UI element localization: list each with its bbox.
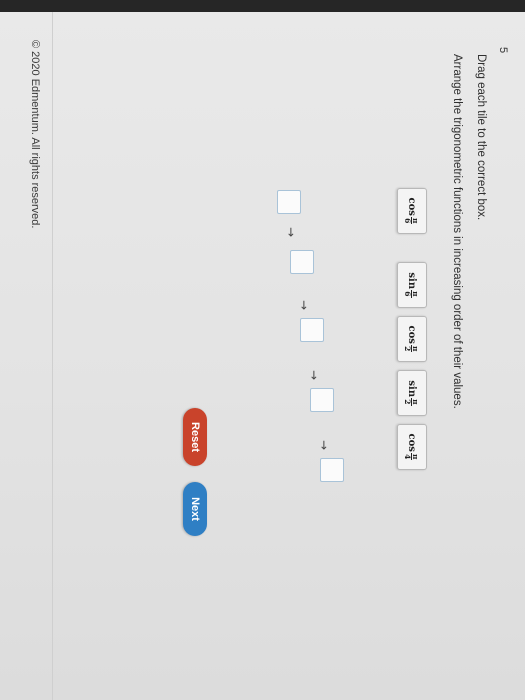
tile-function: cos — [406, 197, 418, 216]
screen: 5 Drag each tile to the correct box. Arr… — [0, 12, 525, 700]
tile-function: cos — [406, 433, 418, 452]
tile-numerator: π — [411, 398, 421, 406]
tile-fraction: π 4 — [403, 452, 421, 461]
instruction-primary: Drag each tile to the correct box. — [475, 54, 487, 221]
tile-denominator: 2 — [403, 346, 413, 352]
tile-denominator: 6 — [403, 291, 413, 297]
reset-button[interactable]: Reset — [183, 408, 207, 466]
tile-fraction: π 6 — [403, 216, 421, 225]
tile-function: sin — [406, 380, 418, 398]
tile-cos-pi-over-6[interactable]: cos π 6 — [397, 188, 427, 234]
tile-sin-pi-over-6[interactable]: sin π 6 — [397, 262, 427, 308]
instruction-secondary: Arrange the trigonometric functions in i… — [451, 54, 463, 409]
question-number: 5 — [497, 47, 509, 54]
arrow-right-icon: → — [317, 440, 331, 451]
tile-function: sin — [406, 272, 418, 290]
tile-numerator: π — [411, 452, 421, 461]
copyright-footer: © 2020 Edmentum. All rights reserved. — [29, 40, 41, 229]
arrow-right-icon: → — [284, 227, 298, 238]
tile-function: cos — [406, 325, 418, 344]
tile-numerator: π — [411, 344, 421, 353]
drop-box-1[interactable] — [277, 190, 301, 214]
drop-box-4[interactable] — [310, 388, 334, 412]
tile-denominator: 2 — [403, 399, 413, 405]
tile-numerator: π — [411, 290, 421, 298]
arrow-right-icon: → — [297, 300, 311, 311]
tile-fraction: π 2 — [403, 398, 421, 406]
tile-denominator: 6 — [403, 218, 413, 224]
tile-fraction: π 2 — [403, 344, 421, 353]
tile-numerator: π — [411, 216, 421, 225]
question-page: 5 Drag each tile to the correct box. Arr… — [0, 12, 525, 700]
footer-divider — [52, 12, 53, 700]
tile-cos-pi-over-4[interactable]: cos π 4 — [397, 424, 427, 470]
arrow-right-icon: → — [307, 370, 321, 381]
drop-box-2[interactable] — [290, 250, 314, 274]
tile-denominator: 4 — [403, 454, 413, 460]
tile-fraction: π 6 — [403, 290, 421, 298]
tile-cos-pi-over-2[interactable]: cos π 2 — [397, 316, 427, 362]
drop-box-5[interactable] — [320, 458, 344, 482]
next-button[interactable]: Next — [183, 482, 207, 536]
drop-box-3[interactable] — [300, 318, 324, 342]
tile-sin-pi-over-2[interactable]: sin π 2 — [397, 370, 427, 416]
